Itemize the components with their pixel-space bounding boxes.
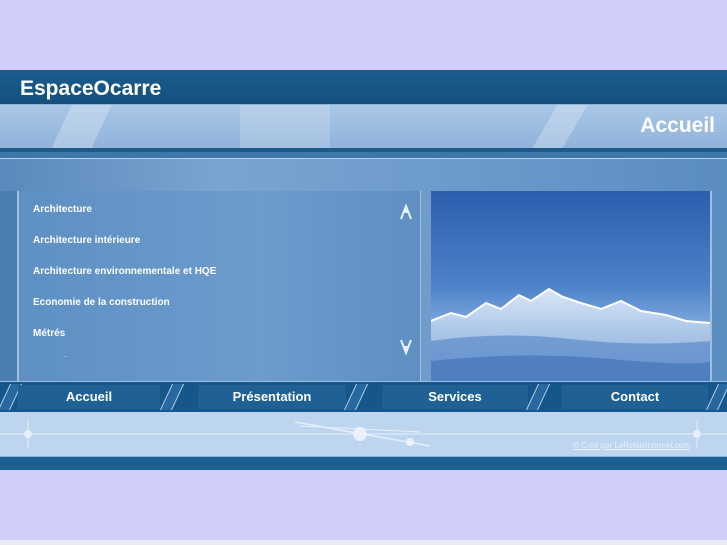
nav-separator	[159, 384, 185, 410]
nav-presentation[interactable]: Présentation	[198, 385, 346, 409]
left-rail	[0, 191, 19, 381]
menu-item-economie-construction[interactable]: Economie de la construction	[33, 284, 373, 315]
page-title: Accueil	[640, 114, 715, 137]
nav-accueil[interactable]: Accueil	[18, 385, 160, 409]
services-menu-list: Architecture Architecture intérieure Arc…	[33, 191, 373, 357]
menu-item-architecture[interactable]: Architecture	[33, 191, 373, 222]
nav-separator	[525, 384, 551, 410]
bottom-bar	[0, 456, 727, 470]
page-bottom-strip	[0, 540, 727, 545]
mountain-photo	[431, 191, 712, 381]
chevron-down-icon[interactable]	[399, 338, 413, 356]
chevron-up-icon[interactable]	[399, 203, 413, 221]
menu-item-metres[interactable]: Métrés	[33, 315, 373, 346]
banner-decoration	[240, 105, 330, 148]
right-rail	[712, 191, 727, 381]
banner-decoration	[39, 105, 121, 148]
menu-item-architecture-interieure[interactable]: Architecture intérieure	[33, 222, 373, 253]
nav-separator	[705, 384, 727, 410]
footer-panel: © Créé par LeRelaisInternet.com	[0, 412, 727, 456]
credit-link[interactable]: © Créé par LeRelaisInternet.com	[573, 441, 690, 450]
header-bar: EspaceOcarre	[0, 70, 727, 105]
divider	[0, 152, 727, 159]
nav-services[interactable]: Services	[382, 385, 528, 409]
decorative-band	[0, 159, 727, 191]
header-banner	[0, 105, 727, 148]
site-brand[interactable]: EspaceOcarre	[20, 77, 161, 101]
nav-contact[interactable]: Contact	[562, 385, 708, 409]
site-container: EspaceOcarre Accueil Architecture Archit…	[0, 70, 727, 470]
main-navigation: Accueil Présentation Services Contact	[0, 381, 727, 413]
menu-item-architecture-environnementale[interactable]: Architecture environnementale et HQE	[33, 253, 373, 284]
nav-separator	[343, 384, 369, 410]
menu-item-expertise[interactable]: Expertise	[33, 346, 373, 358]
services-menu-panel: Architecture Architecture intérieure Arc…	[19, 191, 420, 381]
banner-decoration	[516, 105, 594, 148]
